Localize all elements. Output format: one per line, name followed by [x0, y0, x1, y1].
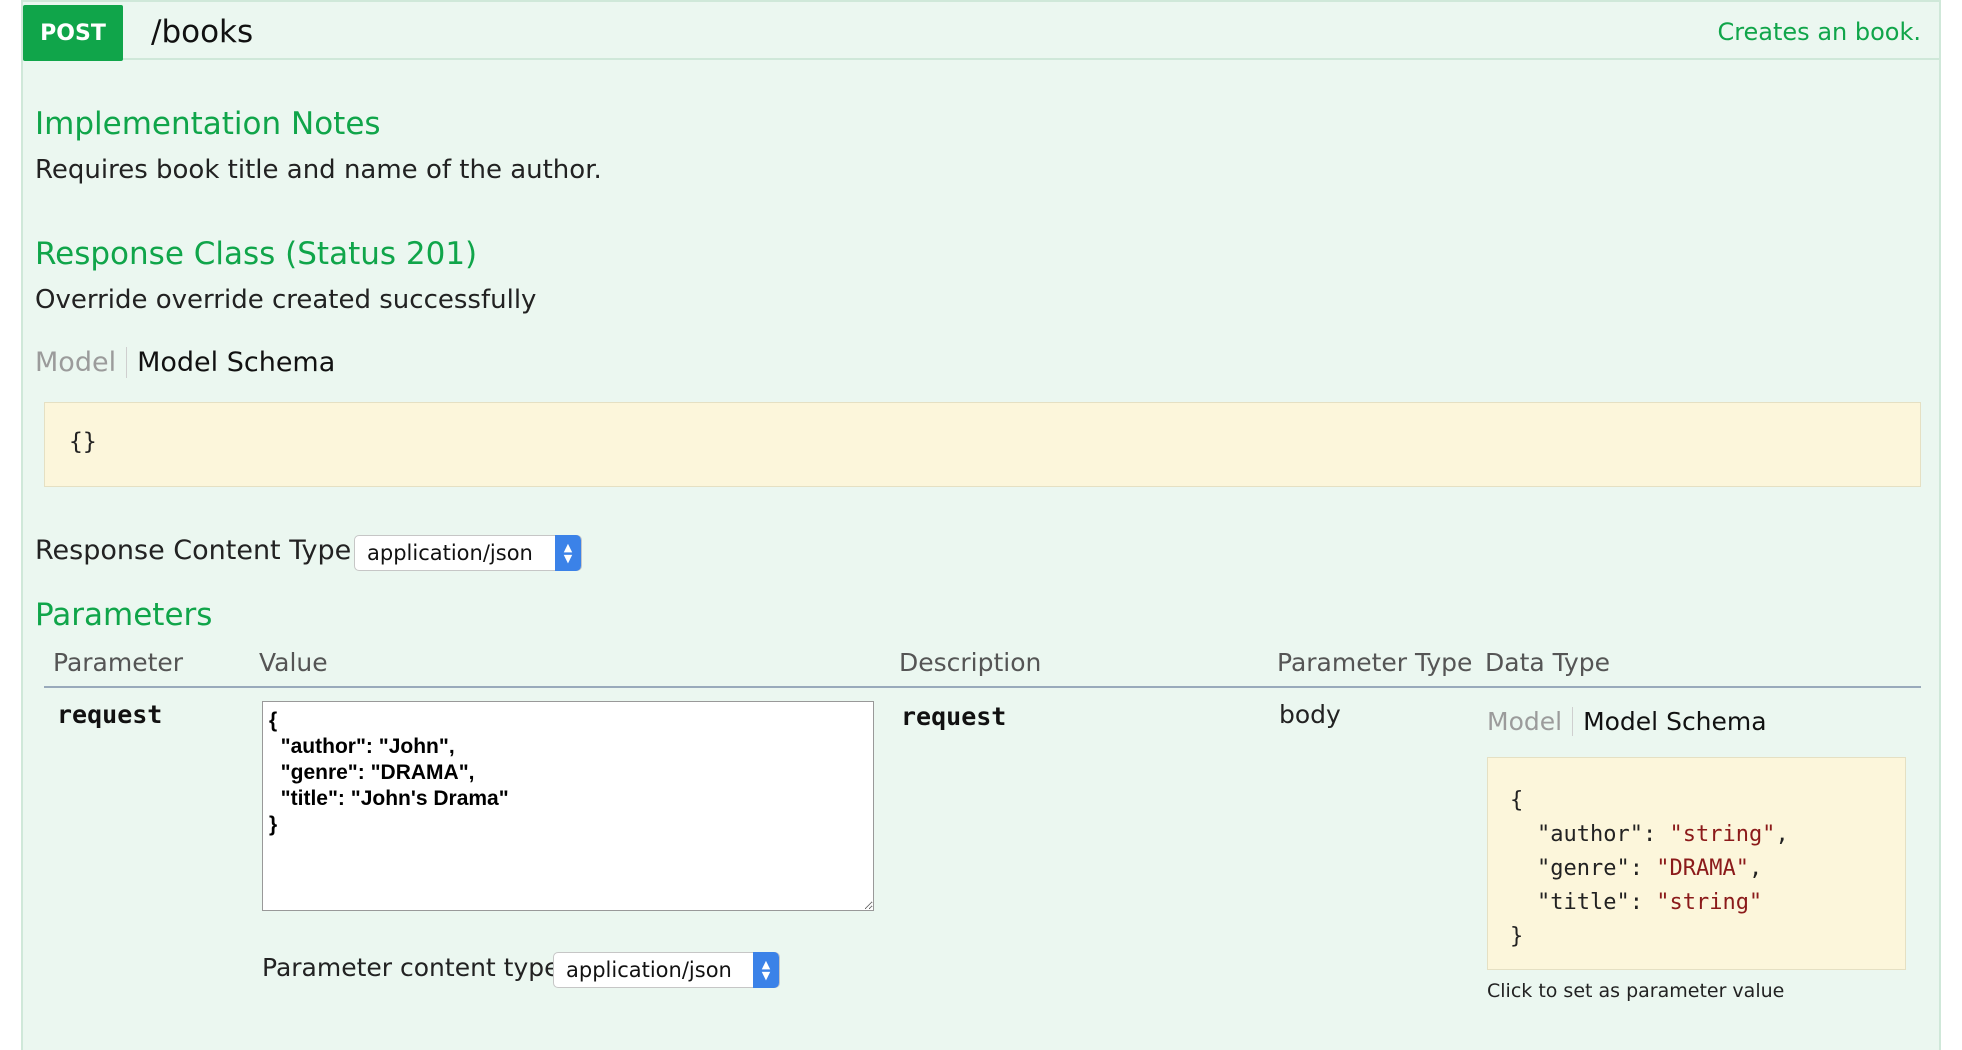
param-content-type-value: application/json: [566, 958, 732, 982]
param-content-type-select[interactable]: application/json ▲ ▼: [553, 952, 780, 988]
response-content-type-label: Response Content Type: [35, 535, 352, 566]
table-header-rule: [44, 686, 1921, 688]
data-type-tab-model[interactable]: Model: [1487, 707, 1574, 736]
schema-sep: ,: [1775, 822, 1789, 847]
schema-sep: ,: [1748, 856, 1763, 881]
select-arrows-icon: ▲ ▼: [555, 535, 581, 571]
data-type-schema-snippet[interactable]: { "author": "string", "genre": "DRAMA", …: [1487, 757, 1906, 970]
schema-key: "title": [1537, 890, 1630, 915]
tab-model[interactable]: Model: [35, 347, 128, 378]
column-header-description: Description: [899, 648, 1042, 677]
schema-value: "DRAMA": [1656, 856, 1749, 881]
schema-close-brace: }: [1510, 924, 1524, 949]
endpoint-path[interactable]: /books: [151, 14, 253, 50]
column-header-parameter-type: Parameter Type: [1277, 648, 1473, 677]
schema-field-title: "title": "string": [1537, 890, 1763, 915]
http-method-badge[interactable]: POST: [23, 5, 123, 61]
data-type-model-tabs: Model Model Schema: [1487, 707, 1767, 736]
param-value-textarea[interactable]: { "author": "John", "genre": "DRAMA", "t…: [262, 701, 874, 911]
column-header-parameter: Parameter: [53, 648, 184, 677]
schema-click-hint: Click to set as parameter value: [1487, 980, 1785, 1002]
param-name: request: [57, 700, 163, 729]
schema-value: "string": [1656, 890, 1763, 915]
schema-field-genre: "genre": "DRAMA",: [1537, 856, 1763, 881]
param-type: body: [1279, 700, 1341, 729]
schema-field-author: "author": "string",: [1537, 822, 1789, 847]
schema-key: "genre": [1537, 856, 1630, 881]
implementation-notes-heading: Implementation Notes: [35, 106, 381, 142]
implementation-notes-text: Requires book title and name of the auth…: [35, 155, 602, 185]
response-schema-text: {}: [69, 429, 97, 455]
response-class-text: Override override created successfully: [35, 285, 537, 315]
data-type-tab-model-schema[interactable]: Model Schema: [1573, 707, 1767, 736]
parameters-heading: Parameters: [35, 597, 213, 633]
schema-open-brace: {: [1510, 788, 1524, 813]
operation-summary[interactable]: Creates an book.: [1717, 18, 1921, 46]
response-class-heading: Response Class (Status 201): [35, 236, 478, 272]
operation-panel: POST /books Creates an book. Implementat…: [21, 0, 1941, 1050]
operation-header[interactable]: POST /books Creates an book.: [23, 0, 1939, 61]
schema-key: "author": [1537, 822, 1643, 847]
column-header-data-type: Data Type: [1485, 648, 1611, 677]
column-header-value: Value: [259, 648, 328, 677]
response-model-tabs: Model Model Schema: [35, 347, 335, 378]
schema-value: "string": [1669, 822, 1776, 847]
param-description: request: [901, 702, 1007, 731]
response-content-type-select[interactable]: application/json ▲ ▼: [354, 535, 582, 571]
param-content-type-label: Parameter content type:: [262, 953, 568, 982]
select-arrows-icon: ▲ ▼: [753, 952, 779, 988]
response-schema-snippet[interactable]: {}: [44, 402, 1921, 487]
tab-model-schema[interactable]: Model Schema: [127, 347, 335, 378]
response-content-type-value: application/json: [367, 541, 533, 565]
